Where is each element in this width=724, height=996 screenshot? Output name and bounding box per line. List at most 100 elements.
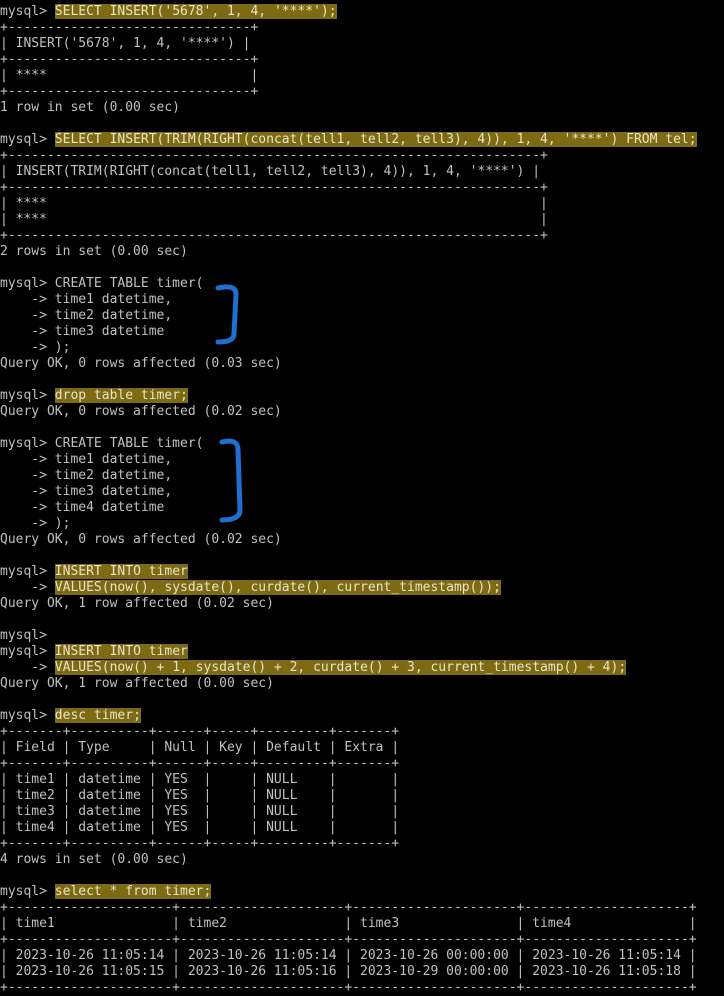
highlighted-command: desc timer; — [54, 708, 141, 723]
terminal-text: | time2 | datetime | YES | | NULL | | — [0, 788, 400, 803]
highlighted-command: SELECT INSERT('5678', 1, 4, '****'); — [54, 4, 337, 19]
terminal-text: | INSERT(TRIM(RIGHT(concat(tell1, tell2,… — [0, 164, 541, 179]
terminal-line: +-------------------------------+ — [0, 84, 724, 100]
terminal-text: +-------+----------+------+-----+-------… — [0, 836, 400, 851]
terminal-text: +-------------------------------+ — [0, 52, 259, 67]
terminal-text: mysql> — [0, 4, 55, 19]
terminal-line: Query OK, 0 rows affected (0.02 sec) — [0, 532, 724, 548]
terminal-text: +-------------------------------+ — [0, 84, 259, 99]
terminal-text: +---------------------+-----------------… — [0, 932, 697, 947]
terminal-text: +---------------------+-----------------… — [0, 980, 697, 995]
terminal-line: | Field | Type | Null | Key | Default | … — [0, 740, 724, 756]
terminal-line: -> time4 datetime — [0, 500, 724, 516]
terminal-line: | **** | — [0, 212, 724, 228]
terminal-line: Query OK, 0 rows affected (0.03 sec) — [0, 356, 724, 372]
terminal-text: | time3 | datetime | YES | | NULL | | — [0, 804, 400, 819]
highlighted-command: INSERT INTO timer — [54, 644, 188, 659]
terminal-text: +---------------------------------------… — [0, 228, 548, 243]
terminal-text: mysql> — [0, 388, 55, 403]
terminal-line: mysql> SELECT INSERT(TRIM(RIGHT(concat(t… — [0, 132, 724, 148]
terminal-text: -> time1 datetime, — [0, 452, 173, 467]
terminal-line: Query OK, 1 row affected (0.00 sec) — [0, 676, 724, 692]
terminal-line: -> time2 datetime, — [0, 468, 724, 484]
terminal-line: | time2 | datetime | YES | | NULL | | — [0, 788, 724, 804]
terminal-line: | time1 | datetime | YES | | NULL | | — [0, 772, 724, 788]
terminal-line: | time1 | time2 | time3 | time4 | — [0, 916, 724, 932]
terminal-text: Query OK, 0 rows affected (0.02 sec) — [0, 404, 282, 419]
terminal-text: +-------+----------+------+-----+-------… — [0, 756, 400, 771]
terminal-line: | **** | — [0, 196, 724, 212]
terminal-text: | **** | — [0, 68, 259, 83]
highlighted-command: drop table timer; — [54, 388, 188, 403]
terminal-text: +-------+----------+------+-----+-------… — [0, 724, 400, 739]
terminal-line: | 2023-10-26 11:05:14 | 2023-10-26 11:05… — [0, 948, 724, 964]
terminal-line: -> VALUES(now(), sysdate(), curdate(), c… — [0, 580, 724, 596]
terminal-line: +---------------------------------------… — [0, 228, 724, 244]
terminal-text: -> time1 datetime, — [0, 292, 173, 307]
terminal-line: | INSERT(TRIM(RIGHT(concat(tell1, tell2,… — [0, 164, 724, 180]
terminal-line: -> time1 datetime, — [0, 292, 724, 308]
terminal-text: | 2023-10-26 11:05:15 | 2023-10-26 11:05… — [0, 964, 697, 979]
terminal-line: +-------+----------+------+-----+-------… — [0, 724, 724, 740]
terminal-line: mysql> select * from timer; — [0, 884, 724, 900]
terminal-line: -> time1 datetime, — [0, 452, 724, 468]
terminal-text: -> time2 datetime, — [0, 308, 173, 323]
terminal-text: mysql> — [0, 884, 55, 899]
terminal-line: mysql> drop table timer; — [0, 388, 724, 404]
terminal-line: +-------------------------------+ — [0, 52, 724, 68]
terminal-text: -> — [0, 580, 55, 595]
terminal-text: -> time4 datetime — [0, 500, 165, 515]
terminal-line: -> time2 datetime, — [0, 308, 724, 324]
terminal-output: mysql> SELECT INSERT('5678', 1, 4, '****… — [0, 4, 724, 996]
terminal-line: -> time3 datetime — [0, 324, 724, 340]
terminal-text: | time4 | datetime | YES | | NULL | | — [0, 820, 400, 835]
terminal-text: Query OK, 0 rows affected (0.02 sec) — [0, 532, 282, 547]
terminal-text: 1 row in set (0.00 sec) — [0, 100, 181, 115]
terminal-text: +---------------------------------------… — [0, 148, 548, 163]
terminal-text: 4 rows in set (0.00 sec) — [0, 852, 188, 867]
terminal-text: | time1 | time2 | time3 | time4 | — [0, 916, 697, 931]
terminal-line: Query OK, 1 row affected (0.02 sec) — [0, 596, 724, 612]
terminal-text: 2 rows in set (0.00 sec) — [0, 244, 188, 259]
terminal-line: | INSERT('5678', 1, 4, '****') | — [0, 36, 724, 52]
terminal-text: mysql> — [0, 708, 55, 723]
terminal-line: +-------+----------+------+-----+-------… — [0, 756, 724, 772]
highlighted-command: VALUES(now() + 1, sysdate() + 2, curdate… — [54, 660, 627, 675]
highlighted-command: INSERT INTO timer — [54, 564, 188, 579]
terminal-text: -> ); — [0, 340, 71, 355]
terminal-line: -> VALUES(now() + 1, sysdate() + 2, curd… — [0, 660, 724, 676]
terminal-text: mysql> CREATE TABLE timer( — [0, 276, 204, 291]
mysql-terminal-window[interactable]: mysql> SELECT INSERT('5678', 1, 4, '****… — [0, 0, 724, 996]
terminal-text: mysql> — [0, 644, 55, 659]
terminal-line: +---------------------------------------… — [0, 148, 724, 164]
terminal-text: -> time2 datetime, — [0, 468, 173, 483]
terminal-text: | **** | — [0, 212, 548, 227]
terminal-text: +-------------------------------+ — [0, 20, 259, 35]
terminal-line: | time3 | datetime | YES | | NULL | | — [0, 804, 724, 820]
terminal-line: mysql> desc timer; — [0, 708, 724, 724]
terminal-line: +-------------------------------+ — [0, 20, 724, 36]
terminal-text: Query OK, 0 rows affected (0.03 sec) — [0, 356, 282, 371]
terminal-text: +---------------------+-----------------… — [0, 900, 697, 915]
terminal-line: 2 rows in set (0.00 sec) — [0, 244, 724, 260]
terminal-line: 4 rows in set (0.00 sec) — [0, 852, 724, 868]
terminal-text: | 2023-10-26 11:05:14 | 2023-10-26 11:05… — [0, 948, 697, 963]
terminal-text: | time1 | datetime | YES | | NULL | | — [0, 772, 400, 787]
highlighted-command: SELECT INSERT(TRIM(RIGHT(concat(tell1, t… — [54, 132, 697, 147]
terminal-text: -> — [0, 660, 55, 675]
terminal-text: mysql> — [0, 628, 47, 643]
terminal-text: -> time3 datetime, — [0, 484, 173, 499]
highlighted-command: select * from timer; — [54, 884, 212, 899]
terminal-line: mysql> INSERT INTO timer — [0, 644, 724, 660]
terminal-text: mysql> — [0, 132, 55, 147]
highlighted-command: VALUES(now(), sysdate(), curdate(), curr… — [54, 580, 501, 595]
terminal-line: +---------------------+-----------------… — [0, 932, 724, 948]
terminal-line: -> ); — [0, 340, 724, 356]
terminal-line: +-------+----------+------+-----+-------… — [0, 836, 724, 852]
